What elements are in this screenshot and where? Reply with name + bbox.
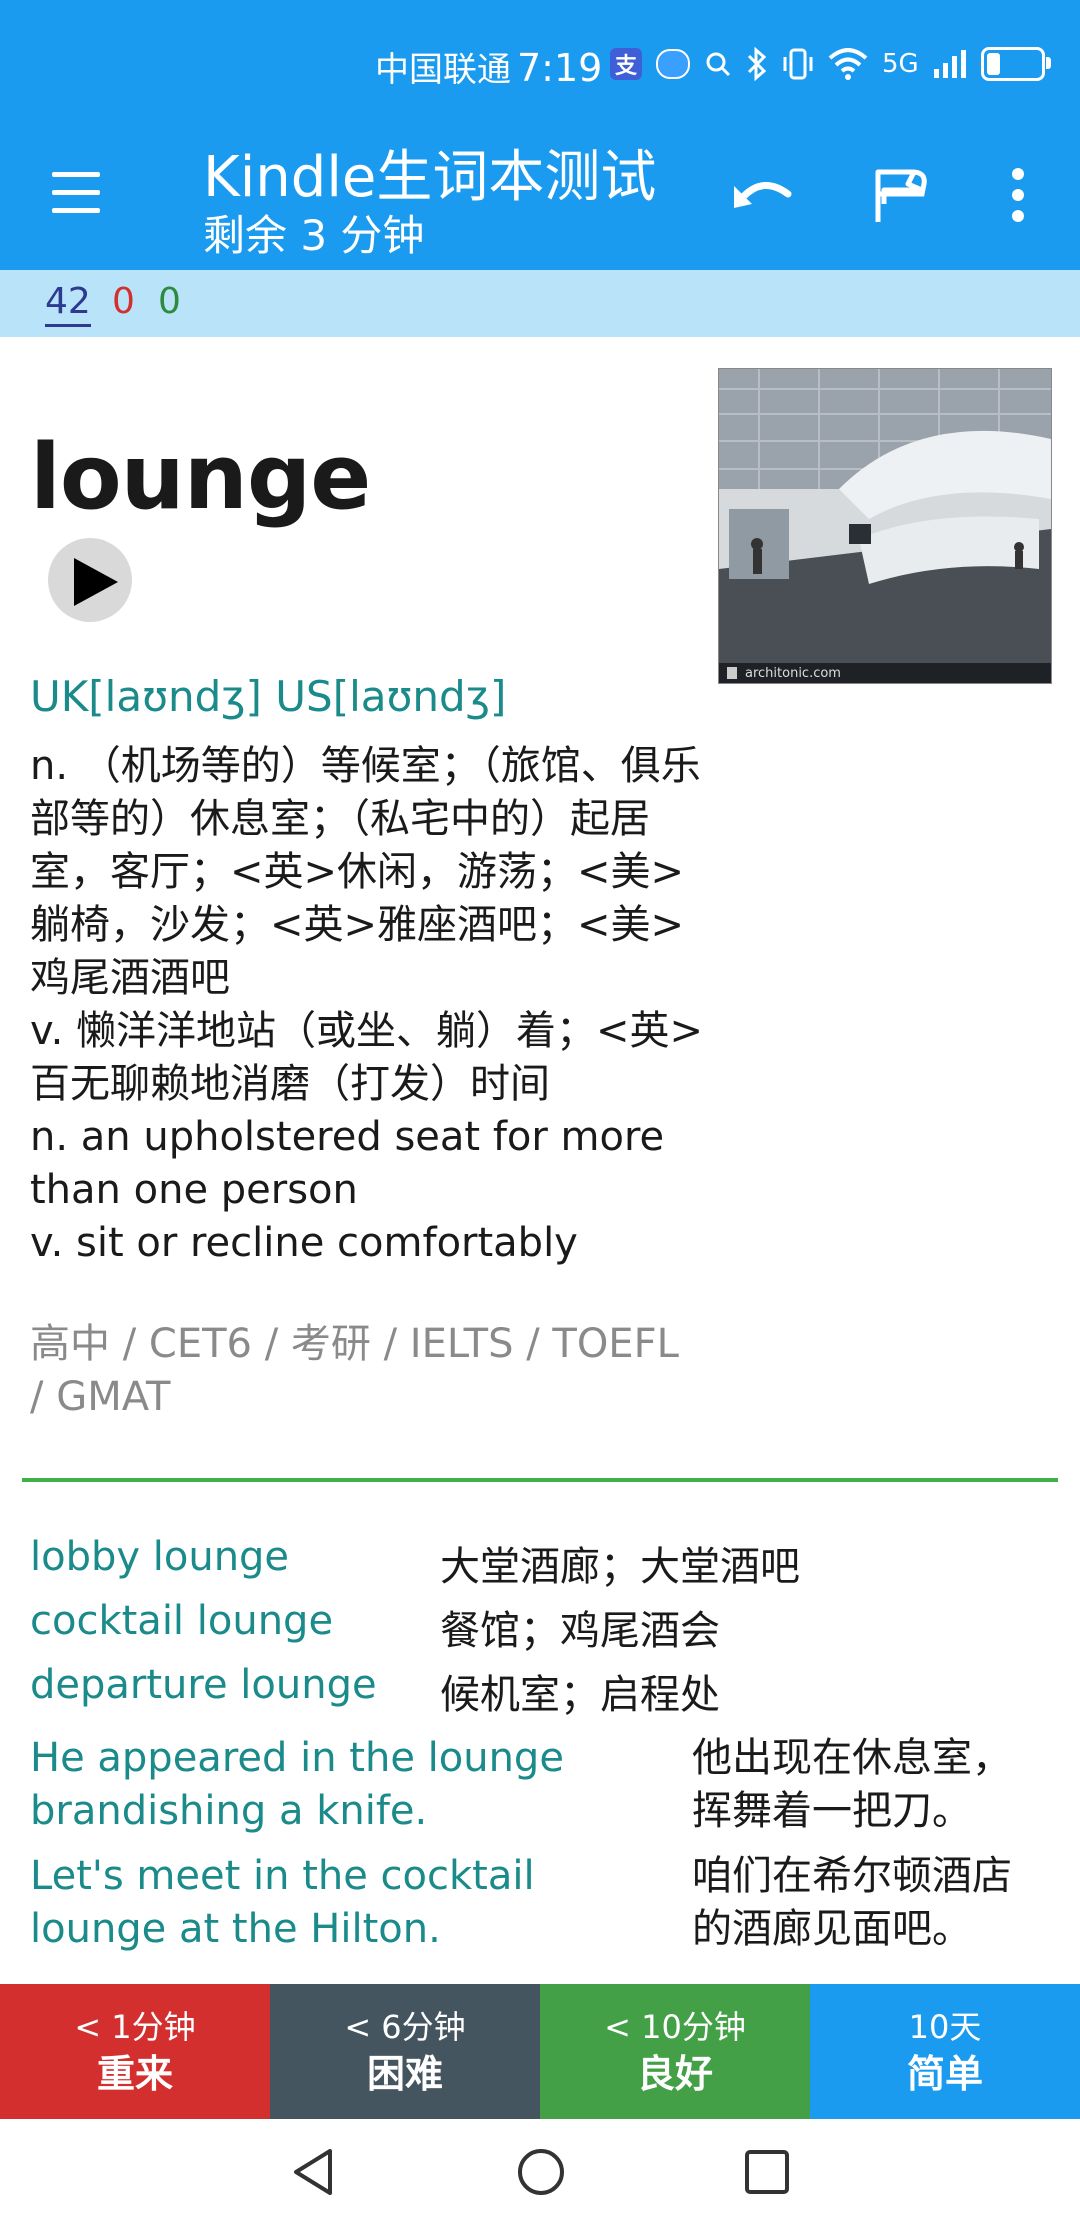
nav-home-button[interactable]: [516, 2147, 566, 2201]
answer-buttons: < 1分钟 重来 < 6分钟 困难 < 10分钟 良好 10天 简单: [0, 1984, 1080, 2119]
undo-button[interactable]: [728, 160, 802, 230]
signal-icon: [933, 49, 967, 79]
learning-count: 0: [112, 281, 135, 322]
hamburger-icon-bar: [52, 190, 100, 195]
phrase-zh: 候机室；启程处: [440, 1672, 720, 1718]
card-word: lounge: [30, 425, 371, 530]
network-type-label: 5G: [882, 49, 919, 79]
play-audio-button[interactable]: [48, 538, 132, 622]
back-triangle-icon: [294, 2149, 332, 2195]
definitions: n. （机场等的）等候室；（旅馆、俱乐部等的）休息室；（私宅中的）起居室，客厅；…: [30, 740, 720, 1270]
vibrate-icon: [782, 47, 814, 81]
status-carrier-time: 中国联通 7:19: [375, 42, 602, 91]
hard-label: 困难: [366, 2051, 443, 2096]
clock: 7:19: [517, 46, 603, 90]
example-zh: 咱们在希尔顿酒店的酒廊见面吧。: [692, 1853, 1012, 1952]
more-options-button[interactable]: [996, 160, 1040, 230]
definition-en-verb: v. sit or recline comfortably: [30, 1220, 578, 1266]
home-circle-icon: [518, 2149, 564, 2195]
wifi-icon: [828, 48, 868, 80]
hard-interval: < 6分钟: [344, 2007, 466, 2046]
again-interval: < 1分钟: [74, 2007, 196, 2046]
easy-label: 简单: [906, 2051, 983, 2096]
hard-button[interactable]: < 6分钟 困难: [270, 1984, 540, 2119]
phrase-en: cocktail lounge: [30, 1598, 334, 1644]
again-label: 重来: [96, 2051, 173, 2096]
picture-caption: architonic.com: [745, 666, 841, 681]
undo-icon: [734, 182, 792, 208]
example-en: He appeared in the lounge brandishing a …: [30, 1735, 564, 1834]
hamburger-icon: [52, 172, 100, 177]
chat-bubble-icon: [656, 49, 690, 79]
bluetooth-icon: [746, 47, 768, 81]
definition-en-noun: n. an upholstered seat for more than one…: [30, 1114, 665, 1213]
lounge-photo: [719, 369, 1051, 683]
nav-recents-button[interactable]: [742, 2147, 792, 2201]
examples: He appeared in the lounge brandishing a …: [0, 1730, 1080, 1984]
phrase-zh: 大堂酒廊；大堂酒吧: [440, 1544, 800, 1590]
phrase-en: departure lounge: [30, 1662, 377, 1708]
flag-button[interactable]: [868, 160, 934, 230]
example-zh: 他出现在休息室，挥舞着一把刀。: [692, 1735, 1012, 1834]
alipay-icon: 支: [610, 48, 642, 80]
again-button[interactable]: < 1分钟 重来: [0, 1984, 270, 2119]
battery-icon: [980, 47, 1051, 81]
easy-interval: 10天: [908, 2007, 982, 2046]
review-count: 0: [158, 281, 181, 322]
phonetic: UK[laʊndʒ] US[laʊndʒ]: [30, 672, 507, 721]
system-nav-bar: [0, 2119, 1080, 2228]
new-count: 42: [45, 280, 91, 327]
good-interval: < 10分钟: [604, 2007, 746, 2046]
app-header: 中国联通 7:19 支 5G Kindle生词本测试 剩余 3 分钟: [0, 0, 1080, 270]
easy-button[interactable]: 10天 简单: [810, 1984, 1080, 2119]
deck-title: Kindle生词本测试: [203, 145, 657, 210]
nav-back-button[interactable]: [290, 2147, 340, 2201]
phrase-zh: 餐馆；鸡尾酒会: [440, 1608, 720, 1654]
word-picture: architonic.com: [718, 368, 1052, 684]
more-vert-icon: [1012, 168, 1024, 222]
status-icons: 支 5G: [610, 44, 1051, 84]
recents-square-icon: [745, 2150, 789, 2194]
search-notification-icon: [704, 50, 732, 78]
good-label: 良好: [636, 2051, 713, 2096]
definition-cn-verb: v. 懒洋洋地站（或坐、躺）着；<英>百无聊赖地消磨（打发）时间: [30, 1008, 704, 1107]
carrier-name: 中国联通: [375, 50, 511, 90]
good-button[interactable]: < 10分钟 良好: [540, 1984, 810, 2119]
menu-button[interactable]: [46, 172, 106, 216]
play-icon: [74, 558, 118, 606]
hamburger-icon-bar: [52, 208, 100, 213]
battery-level: [986, 53, 1000, 75]
status-bar: 中国联通 7:19 支 5G: [0, 0, 1080, 120]
phrase-en: lobby lounge: [30, 1534, 290, 1580]
definition-cn-noun: n. （机场等的）等候室；（旅馆、俱乐部等的）休息室；（私宅中的）起居室，客厅；…: [30, 743, 701, 1001]
section-divider: [22, 1478, 1058, 1482]
card-counts-bar: 42 0 0: [0, 270, 1080, 337]
example-en: Let's meet in the cocktail lounge at the…: [30, 1853, 535, 1952]
exam-tags: 高中 / CET6 / 考研 / IELTS / TOEFL / GMAT: [30, 1321, 679, 1420]
flag-icon: [875, 169, 927, 222]
app-bar: Kindle生词本测试 剩余 3 分钟: [0, 120, 1080, 270]
time-remaining: 剩余 3 分钟: [203, 211, 425, 260]
